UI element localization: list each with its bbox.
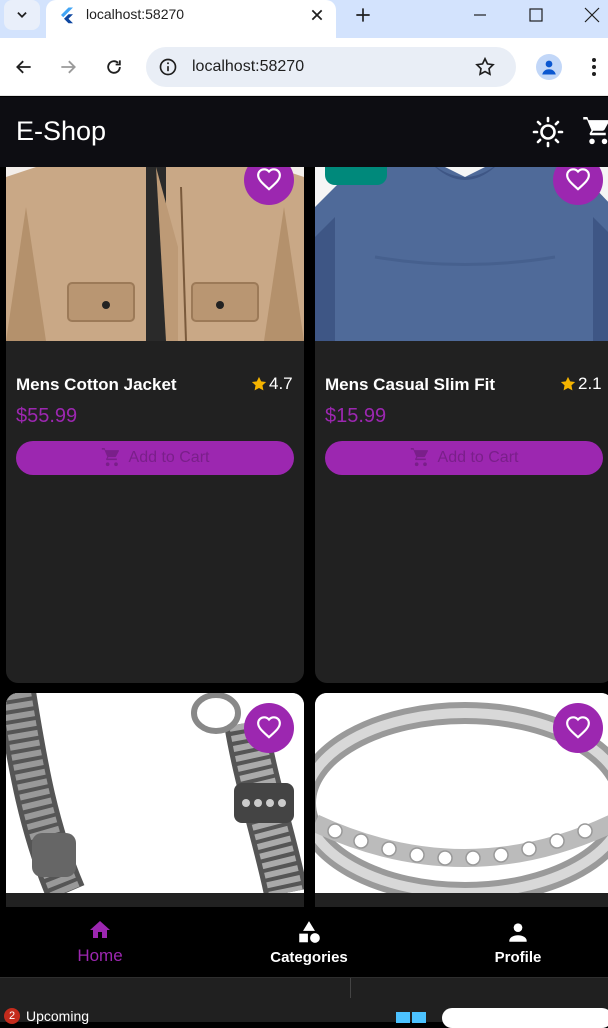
- browser-tab[interactable]: localhost:58270: [46, 0, 336, 38]
- minimize-button[interactable]: [452, 0, 508, 30]
- windows-start-icon[interactable]: [396, 1012, 426, 1023]
- back-button[interactable]: [10, 53, 38, 81]
- heart-icon: [566, 168, 590, 191]
- new-tab-button[interactable]: [350, 2, 376, 28]
- star-icon: [560, 376, 576, 391]
- heart-icon: [257, 716, 281, 739]
- product-price: $15.99: [325, 405, 387, 427]
- address-bar[interactable]: localhost:58270: [146, 47, 516, 87]
- product-name: Mens Casual Slim Fit: [325, 375, 496, 394]
- profile-avatar[interactable]: [536, 54, 562, 80]
- close-window-button[interactable]: [564, 0, 608, 30]
- browser-menu-button[interactable]: [584, 54, 604, 80]
- nav-profile-label: Profile: [494, 948, 542, 966]
- add-to-cart-button[interactable]: Add to Cart: [16, 441, 294, 475]
- forward-button[interactable]: [54, 53, 82, 81]
- rating-value: 2.1: [578, 374, 602, 393]
- rating-value: 4.7: [269, 374, 293, 393]
- favorite-button[interactable]: [244, 703, 294, 753]
- categories-icon: [299, 920, 320, 943]
- address-text[interactable]: localhost:58270: [192, 58, 304, 76]
- app-viewport: E-Shop Mens Cotton Jacket 4.7 $55.99 Add…: [0, 97, 608, 977]
- chevron-down-icon: [17, 12, 27, 18]
- site-info-icon[interactable]: [158, 57, 178, 77]
- tab-search-button[interactable]: [4, 0, 40, 30]
- maximize-icon: [529, 8, 543, 22]
- home-icon: [90, 921, 110, 938]
- reload-icon: [107, 60, 121, 74]
- bookmark-star-icon[interactable]: [474, 56, 496, 78]
- cart-icon: [101, 448, 119, 467]
- cart-icon[interactable]: [582, 117, 608, 147]
- sun-icon[interactable]: [532, 116, 564, 148]
- discount-badge: [325, 167, 387, 185]
- bottom-navigation: Home Categories Profile: [0, 907, 608, 977]
- cart-icon: [410, 448, 428, 467]
- minimize-icon: [474, 14, 486, 16]
- arrow-right-icon: [61, 60, 76, 74]
- product-rating: 2.1: [559, 374, 602, 394]
- nav-categories[interactable]: Categories: [259, 907, 359, 977]
- browser-tab-bar: localhost:58270: [0, 0, 608, 38]
- star-icon: [251, 376, 267, 391]
- favorite-button[interactable]: [553, 703, 603, 753]
- nav-categories-label: Categories: [270, 948, 348, 966]
- person-icon: [542, 60, 556, 75]
- reload-button[interactable]: [100, 53, 128, 81]
- app-bar: E-Shop: [0, 97, 608, 167]
- nav-profile[interactable]: Profile: [478, 907, 558, 977]
- product-card[interactable]: [6, 693, 304, 907]
- taskbar-search[interactable]: [442, 1008, 608, 1028]
- heart-icon: [566, 716, 590, 739]
- app-title: E-Shop: [16, 116, 107, 146]
- add-to-cart-label: Add to Cart: [437, 449, 519, 466]
- product-rating: 4.7: [250, 374, 293, 394]
- product-grid: Mens Cotton Jacket 4.7 $55.99 Add to Car…: [0, 167, 608, 907]
- close-icon: [584, 7, 600, 23]
- person-icon: [509, 922, 527, 942]
- add-to-cart-button[interactable]: Add to Cart: [325, 441, 603, 475]
- product-price: $55.99: [16, 405, 78, 427]
- add-to-cart-label: Add to Cart: [128, 449, 210, 466]
- product-card[interactable]: Mens Cotton Jacket 4.7 $55.99 Add to Car…: [6, 167, 304, 683]
- close-tab-icon[interactable]: [304, 2, 330, 28]
- product-name: Mens Cotton Jacket: [16, 375, 177, 394]
- heart-icon: [257, 168, 281, 191]
- browser-toolbar: localhost:58270: [0, 38, 608, 96]
- maximize-button[interactable]: [508, 0, 564, 30]
- tab-title: localhost:58270: [86, 6, 185, 22]
- os-taskbar: 2 Upcoming: [0, 977, 608, 1028]
- nav-home-label: Home: [77, 946, 123, 965]
- product-card[interactable]: [315, 693, 608, 907]
- taskbar-divider: [350, 978, 351, 998]
- plus-icon: [356, 8, 370, 22]
- flutter-icon: [61, 7, 73, 24]
- arrow-left-icon: [16, 60, 31, 74]
- product-card[interactable]: Mens Casual Slim Fit 2.1 $15.99 Add to C…: [315, 167, 608, 683]
- nav-home[interactable]: Home: [60, 907, 140, 977]
